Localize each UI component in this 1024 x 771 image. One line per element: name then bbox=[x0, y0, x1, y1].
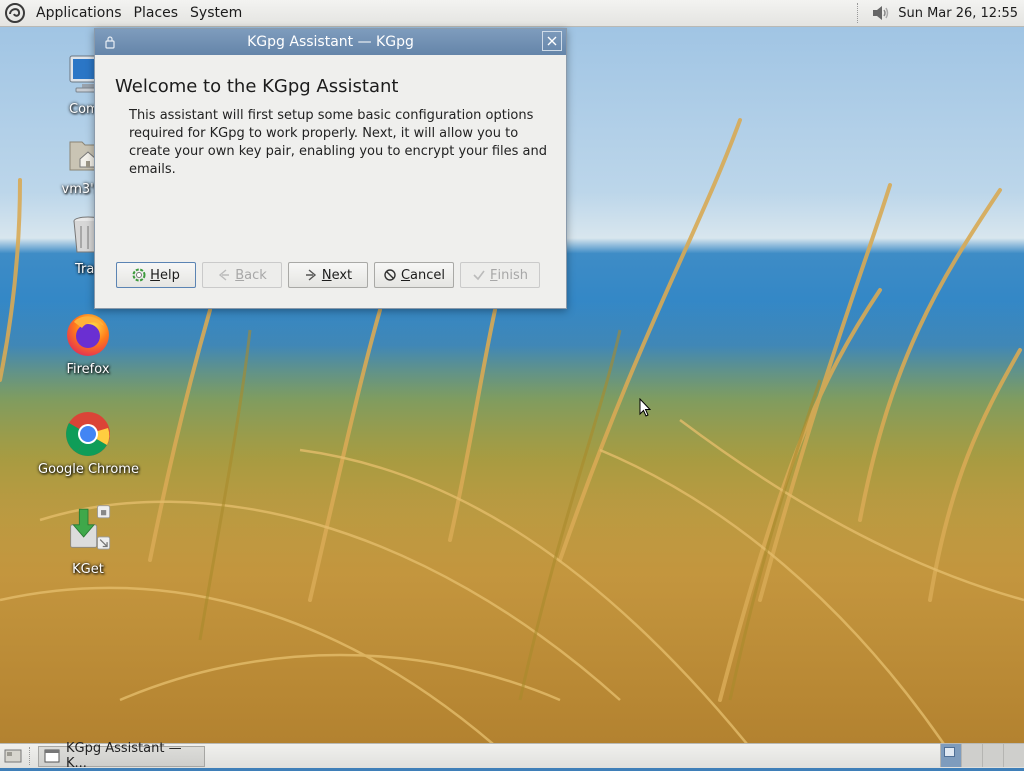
checkmark-icon bbox=[472, 268, 486, 282]
workspace-switcher bbox=[940, 743, 1024, 769]
back-icon bbox=[217, 268, 231, 282]
window-icon bbox=[44, 749, 60, 763]
mouse-cursor-icon bbox=[639, 398, 651, 417]
finish-mnemonic: F bbox=[490, 267, 498, 283]
dialog-titlebar[interactable]: KGpg Assistant — KGpg bbox=[95, 29, 566, 55]
next-icon bbox=[304, 268, 318, 282]
desktop-icon-label: Firefox bbox=[66, 362, 110, 377]
menu-system[interactable]: System bbox=[184, 5, 248, 21]
desktop-icon-label: Google Chrome bbox=[38, 462, 139, 477]
desktop-icon-chrome[interactable]: Google Chrome bbox=[38, 408, 139, 477]
workspace-3[interactable] bbox=[982, 743, 1003, 767]
workspace-4[interactable] bbox=[1003, 743, 1024, 767]
desktop-icon-firefox[interactable]: Firefox bbox=[38, 308, 138, 377]
show-desktop-icon[interactable] bbox=[3, 747, 23, 765]
tray-separator bbox=[857, 3, 864, 23]
desktop-icon-kget[interactable]: KGet bbox=[38, 500, 138, 577]
firefox-icon bbox=[62, 308, 114, 360]
desktop-icon-label: KGet bbox=[72, 562, 104, 577]
menu-applications[interactable]: Applications bbox=[30, 5, 128, 21]
cancel-button[interactable]: Cancel bbox=[374, 262, 454, 288]
taskbar-separator bbox=[29, 747, 34, 765]
cancel-icon bbox=[383, 268, 397, 282]
lock-icon[interactable] bbox=[103, 35, 117, 49]
back-button[interactable]: Back bbox=[202, 262, 282, 288]
next-label-rest: ext bbox=[331, 267, 353, 283]
chrome-icon bbox=[62, 408, 114, 460]
top-panel: Applications Places System Sun Mar 26, 1… bbox=[0, 0, 1024, 27]
kgpg-assistant-dialog: KGpg Assistant — KGpg Welcome to the KGp… bbox=[94, 28, 567, 309]
dialog-button-row: Help Back Next C ancel F inish bbox=[116, 262, 546, 288]
close-button[interactable] bbox=[542, 31, 562, 51]
workspace-2[interactable] bbox=[961, 743, 982, 767]
workspace-1[interactable] bbox=[940, 743, 961, 767]
menu-places[interactable]: Places bbox=[128, 5, 185, 21]
distro-logo-icon[interactable] bbox=[4, 2, 26, 24]
clock[interactable]: Sun Mar 26, 12:55 bbox=[898, 6, 1018, 21]
bottom-panel: KGpg Assistant — K... bbox=[0, 741, 1024, 771]
panel-tray: Sun Mar 26, 12:55 bbox=[857, 0, 1024, 27]
dialog-description: This assistant will first setup some bas… bbox=[129, 108, 547, 177]
help-icon bbox=[132, 268, 146, 282]
taskbar-item-label: KGpg Assistant — K... bbox=[66, 741, 182, 771]
next-mnemonic: N bbox=[321, 267, 332, 283]
close-icon bbox=[547, 36, 557, 46]
kget-icon bbox=[62, 500, 114, 560]
help-mnemonic: H bbox=[150, 267, 160, 283]
next-button[interactable]: Next bbox=[288, 262, 368, 288]
back-mnemonic: B bbox=[235, 267, 245, 283]
volume-icon[interactable] bbox=[870, 3, 890, 23]
cancel-mnemonic: C bbox=[400, 267, 411, 283]
finish-button[interactable]: Finish bbox=[460, 262, 540, 288]
dialog-heading: Welcome to the KGpg Assistant bbox=[115, 76, 399, 97]
dialog-title: KGpg Assistant — KGpg bbox=[247, 34, 414, 50]
help-button[interactable]: Help bbox=[116, 262, 196, 288]
cancel-label-rest: ancel bbox=[410, 267, 446, 283]
dialog-body: Welcome to the KGpg Assistant This assis… bbox=[95, 76, 566, 179]
help-label-rest: elp bbox=[159, 267, 180, 283]
back-label-rest: ack bbox=[244, 267, 267, 283]
finish-label-rest: inish bbox=[497, 267, 528, 283]
taskbar-item-kgpg[interactable]: KGpg Assistant — K... bbox=[38, 741, 205, 771]
